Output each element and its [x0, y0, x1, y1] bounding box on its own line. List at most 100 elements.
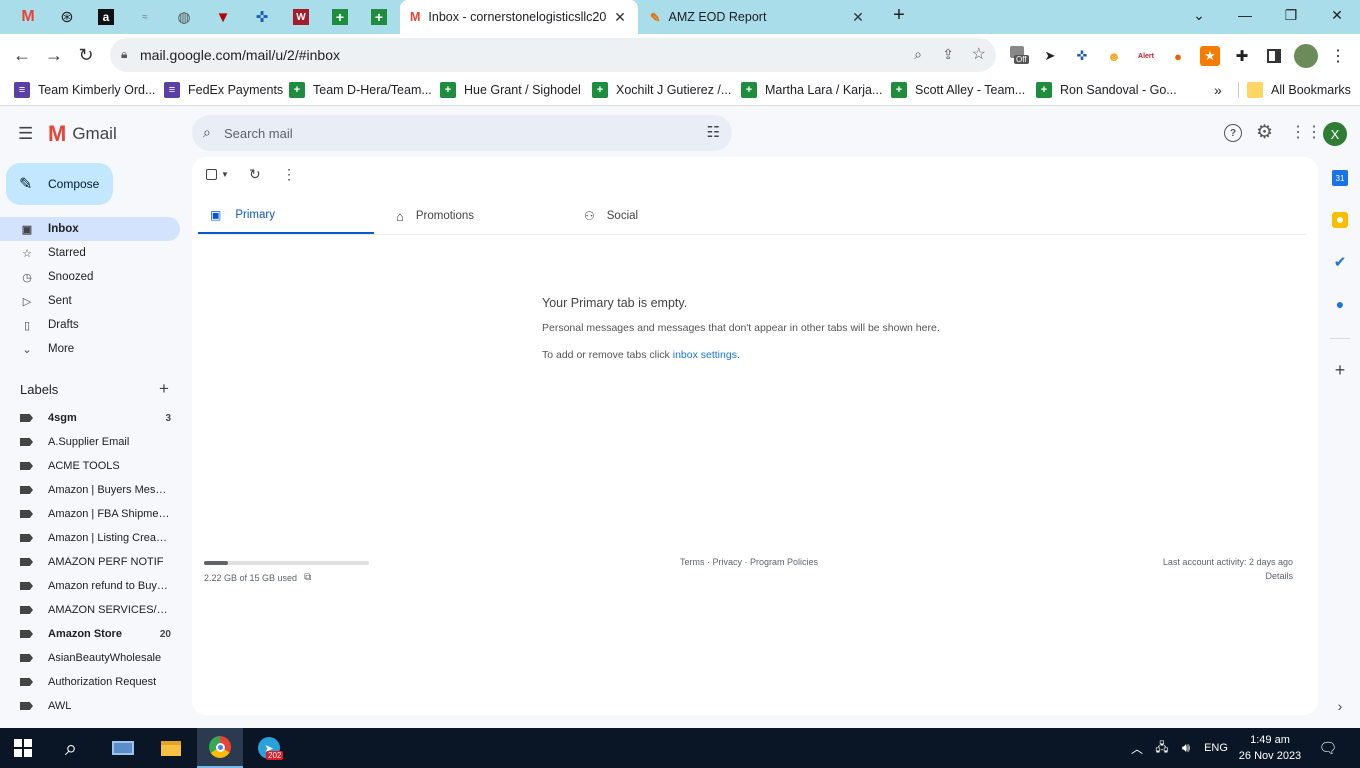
back-button[interactable]: ← [8, 41, 36, 69]
chrome-taskbar-icon[interactable] [197, 728, 243, 768]
zoom-icon[interactable]: ⌕ [914, 46, 922, 63]
calendar-icon[interactable]: 31 [1332, 170, 1348, 186]
pinned-tab-8[interactable]: W [288, 5, 314, 29]
pinned-tab-7[interactable]: ✜ [249, 5, 275, 29]
bookmark-star-icon[interactable]: ☆ [972, 44, 986, 64]
apps-grid-icon[interactable]: ⋮⋮ [1290, 122, 1322, 142]
bookmark-item[interactable]: + Martha Lara / Karja... [741, 82, 882, 98]
search-icon[interactable]: ⌕ [203, 124, 211, 141]
bookmark-item[interactable]: + Ron Sandoval - Go... [1036, 82, 1177, 98]
sidebar-item-starred[interactable]: ☆ Starred [0, 241, 180, 265]
tab-promotions[interactable]: ⌂ Promotions [392, 197, 568, 235]
label-item[interactable]: AMAZON PERF NOTIF [0, 550, 180, 574]
help-icon[interactable]: ? [1224, 124, 1242, 142]
refresh-icon[interactable]: ↻ [249, 166, 261, 183]
browser-tab-amz-eod[interactable]: ✎ AMZ EOD Report ✕ [640, 0, 876, 34]
label-item[interactable]: AMAZON SERVICES/PAY... [0, 598, 180, 622]
external-link-icon[interactable]: ⧉ [304, 572, 311, 583]
label-item[interactable]: A.Supplier Email [0, 430, 180, 454]
sidebar-item-inbox[interactable]: ▣ Inbox [0, 217, 180, 241]
new-tab-button[interactable]: + [876, 0, 922, 30]
clock[interactable]: 1:49 am 26 Nov 2023 [1236, 728, 1304, 768]
privacy-link[interactable]: Privacy [713, 557, 743, 567]
search-input[interactable]: ⌕ Search mail ☷ [192, 115, 732, 151]
extension-circle-icon[interactable]: ● [1168, 46, 1188, 66]
more-options-icon[interactable]: ⋮ [282, 166, 296, 183]
extension-off-icon[interactable]: Off [1010, 46, 1034, 66]
label-item[interactable]: Authorization Request [0, 670, 180, 694]
close-icon[interactable]: ✕ [850, 9, 866, 26]
volume-icon[interactable]: 🔊︎ [1174, 728, 1198, 768]
sidebar-item-snoozed[interactable]: ◷ Snoozed [0, 265, 180, 289]
account-avatar[interactable]: X [1323, 122, 1347, 146]
bookmark-item[interactable]: ≡ FedEx Payments [164, 82, 283, 98]
tab-search-chevron-down-icon[interactable]: ⌄ [1176, 0, 1222, 30]
sheets-pinned-tab-1[interactable]: + [327, 5, 353, 29]
close-icon[interactable]: ✕ [612, 9, 628, 26]
file-explorer-icon[interactable] [148, 728, 194, 768]
label-item[interactable]: Amazon | Buyers Messa... [0, 478, 180, 502]
telegram-taskbar-icon[interactable]: ➤ 202 [246, 728, 292, 768]
extension-person-icon[interactable]: ☻ [1104, 46, 1124, 66]
openai-pinned-tab[interactable]: ⊛ [54, 5, 80, 29]
amazon-pinned-tab[interactable]: a [93, 5, 119, 29]
sidebar-item-drafts[interactable]: ▯ Drafts [0, 313, 180, 337]
select-all-checkbox[interactable]: ▼ [206, 169, 229, 180]
details-link[interactable]: Details [1163, 571, 1293, 581]
search-options-icon[interactable]: ☷ [707, 123, 720, 141]
inbox-settings-link[interactable]: inbox settings [673, 349, 737, 361]
show-side-panel-chevron-icon[interactable]: › [1332, 698, 1348, 714]
create-label-plus-icon[interactable]: + [159, 379, 169, 399]
pinned-tab-4[interactable]: ≈ [132, 5, 158, 29]
label-item[interactable]: 4sgm 3 [0, 406, 180, 430]
sidebar-item-more[interactable]: ⌄ More [0, 337, 180, 361]
address-bar[interactable]: 🔒︎ mail.google.com/mail/u/2/#inbox ⌕ ⇪ ☆ [110, 38, 996, 72]
gmail-pinned-tab[interactable]: M [15, 5, 41, 29]
reload-button[interactable]: ↻ [72, 41, 100, 69]
sheets-pinned-tab-2[interactable]: + [366, 5, 392, 29]
extension-compass-icon[interactable]: ✜ [1072, 46, 1092, 66]
bookmark-item[interactable]: + Xochilt J Gutierez /... [592, 82, 731, 98]
gmail-logo[interactable]: M Gmail [48, 121, 117, 147]
close-window-button[interactable]: ✕ [1314, 0, 1360, 30]
settings-gear-icon[interactable]: ⚙ [1256, 121, 1273, 144]
sidebar-item-sent[interactable]: ▷ Sent [0, 289, 180, 313]
all-bookmarks[interactable]: All Bookmarks [1238, 82, 1351, 98]
show-hidden-icons-chevron-icon[interactable]: ︿ [1124, 728, 1150, 768]
chrome-menu-icon[interactable]: ⋮ [1328, 46, 1348, 66]
label-item[interactable]: Amazon Store 20 [0, 622, 180, 646]
desktop-app-icon[interactable] [100, 728, 146, 768]
extension-alert-icon[interactable]: Alert [1136, 46, 1156, 66]
extension-star-icon[interactable]: ★ [1200, 46, 1220, 66]
label-item[interactable]: Amazon | FBA Shipments [0, 502, 180, 526]
language-indicator[interactable]: ENG [1200, 728, 1232, 768]
notification-center-icon[interactable]: 🗨︎ [1310, 728, 1346, 768]
label-item[interactable]: ACME TOOLS [0, 454, 180, 478]
main-menu-icon[interactable]: ☰ [18, 124, 33, 144]
bookmark-item[interactable]: ≡ Team Kimberly Ord... [14, 82, 155, 98]
terms-link[interactable]: Terms [680, 557, 705, 567]
pinned-tab-6[interactable]: ▼ [210, 5, 236, 29]
minimize-button[interactable]: — [1222, 0, 1268, 30]
extension-arrow-icon[interactable]: ➤ [1040, 46, 1060, 66]
label-item[interactable]: AsianBeautyWholesale [0, 646, 180, 670]
contacts-icon[interactable]: ● [1332, 296, 1348, 312]
label-item[interactable]: Amazon refund to Buyers [0, 574, 180, 598]
tasks-icon[interactable]: ✔ [1332, 254, 1348, 271]
more-bookmarks-chevron-icon[interactable]: » [1214, 82, 1222, 98]
start-button[interactable] [0, 728, 46, 768]
bookmark-item[interactable]: + Hue Grant / Sighodel [440, 82, 581, 98]
forward-button[interactable]: → [40, 41, 68, 69]
extensions-puzzle-icon[interactable]: ✚ [1232, 46, 1252, 66]
pinned-tab-5[interactable]: ◍ [171, 5, 197, 29]
label-item[interactable]: Amazon | Listing Created [0, 526, 180, 550]
restore-button[interactable]: ❐ [1268, 0, 1314, 30]
share-icon[interactable]: ⇪ [942, 46, 954, 63]
keep-icon[interactable] [1332, 212, 1348, 228]
bookmark-item[interactable]: + Team D-Hera/Team... [289, 82, 432, 98]
search-icon[interactable]: ⌕ [48, 728, 94, 768]
side-panel-icon[interactable] [1264, 46, 1284, 66]
profile-avatar[interactable] [1294, 44, 1318, 68]
program-policies-link[interactable]: Program Policies [750, 557, 818, 567]
bookmark-item[interactable]: + Scott Alley - Team... [891, 82, 1025, 98]
